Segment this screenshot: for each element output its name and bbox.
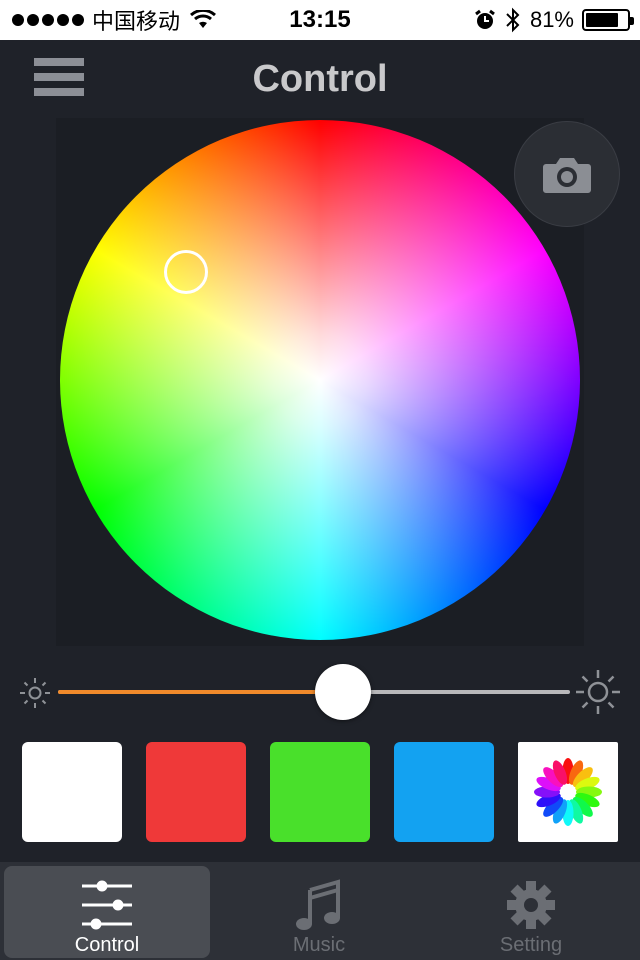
preset-rainbow-button[interactable]: [518, 742, 618, 842]
tab-music-label: Music: [292, 934, 346, 956]
alarm-icon: [475, 9, 495, 29]
gear-icon: [507, 881, 555, 929]
page-title: Control: [252, 58, 388, 100]
tab-setting-label: Setting: [499, 934, 563, 956]
gear-hole: [524, 898, 538, 912]
color-wheel[interactable]: [60, 120, 580, 640]
camera-icon: [543, 158, 591, 193]
sliders-icon: [82, 880, 132, 930]
brightness-slider[interactable]: [58, 690, 570, 694]
tab-control-label: Control: [74, 934, 140, 956]
tab-control[interactable]: Control: [4, 866, 210, 958]
rainbow-flower-icon: [534, 758, 602, 826]
brightness-min-icon: [20, 678, 50, 708]
preset-white-button[interactable]: [22, 742, 122, 842]
preset-green-button[interactable]: [270, 742, 370, 842]
navigation-bar: Control: [0, 40, 640, 120]
tab-setting[interactable]: Setting: [428, 866, 634, 958]
camera-button[interactable]: [514, 121, 620, 227]
color-wheel-selector[interactable]: [164, 250, 208, 294]
status-bar: 中国移动 13:15 81%: [0, 0, 640, 40]
tab-music[interactable]: Music: [216, 866, 422, 958]
battery-percentage: 81%: [529, 7, 574, 32]
status-bar-right: 81%: [474, 6, 634, 34]
brightness-slider-thumb[interactable]: [315, 664, 371, 720]
battery-icon: [582, 9, 634, 31]
music-note-icon: [296, 879, 340, 930]
preset-blue-button[interactable]: [394, 742, 494, 842]
brightness-slider-fill: [58, 690, 340, 694]
bluetooth-icon: [506, 7, 520, 33]
tab-bar: Control Music Setting: [0, 862, 640, 960]
preset-red-button[interactable]: [146, 742, 246, 842]
brightness-max-icon: [576, 670, 620, 714]
